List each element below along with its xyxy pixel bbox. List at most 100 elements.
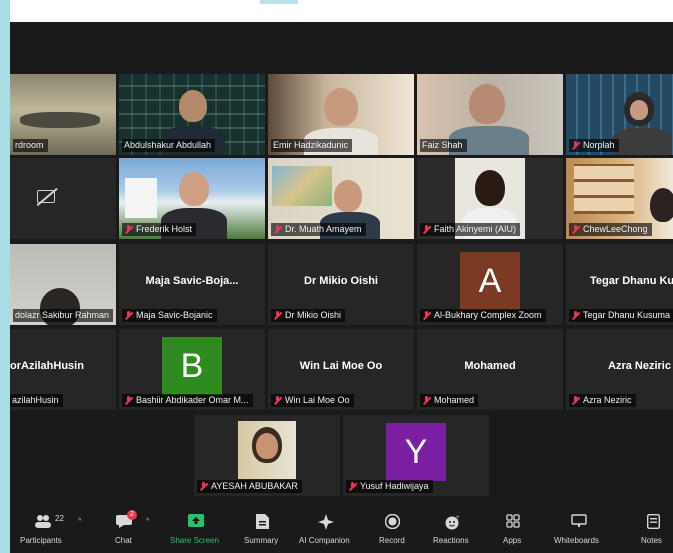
muted-mic-icon — [273, 224, 282, 235]
video-tile-camera-off[interactable]: Y Yusuf Hadiwijaya — [343, 415, 489, 496]
ai-companion-label: AI Companion — [299, 536, 350, 545]
muted-mic-icon — [422, 224, 431, 235]
video-tile-camera-off[interactable]: A Al-Bukhary Complex Zoom — [417, 244, 563, 325]
participant-face — [469, 84, 505, 124]
chevron-up-icon[interactable]: ^ — [146, 518, 149, 525]
participant-face — [179, 172, 209, 206]
zoom-gallery-window: rdroom Abdulshakur Abdullah Emir Hadzika… — [10, 22, 673, 553]
record-icon — [385, 514, 400, 529]
participant-display-name: orAzilahHusin — [10, 360, 84, 372]
participant-face — [334, 180, 362, 212]
muted-mic-icon — [124, 310, 133, 321]
notes-icon — [647, 514, 660, 529]
video-tile[interactable]: ChewLeeChong — [566, 158, 673, 239]
video-tile[interactable]: Frederik Holst — [119, 158, 265, 239]
participant-display-name: Maja Savic-Boja... — [145, 275, 239, 287]
video-tile-camera-off[interactable]: Maja Savic-Boja... Maja Savic-Bojanic — [119, 244, 265, 325]
participant-name: Tegar Dhanu Kusuma — [569, 309, 673, 322]
video-tile[interactable]: Faith Akinyemi (AIU) — [417, 158, 563, 239]
participant-face — [630, 100, 648, 120]
bookshelf — [574, 164, 634, 214]
whiteboards-label: Whiteboards — [554, 536, 599, 545]
participant-face — [650, 188, 673, 222]
video-tile-camera-off[interactable]: orAzilahHusin azilahHusin — [10, 329, 116, 410]
muted-mic-icon — [124, 395, 133, 406]
muted-mic-icon — [124, 224, 133, 235]
muted-mic-icon — [571, 310, 580, 321]
participant-name: Maja Savic-Bojanic — [122, 309, 217, 322]
meeting-toolbar: 22 ^ Participants 2 ^ Chat Share Screen … — [10, 506, 673, 553]
summary-icon — [256, 514, 269, 529]
muted-mic-icon — [571, 140, 580, 151]
video-tile-camera-off[interactable]: Tegar Dhanu Ku Tegar Dhanu Kusuma — [566, 244, 673, 325]
whiteboards-icon — [571, 514, 587, 527]
video-tile[interactable]: Faiz Shah — [417, 74, 563, 155]
muted-mic-icon — [422, 310, 431, 321]
video-tile[interactable]: dolazr Sakibur Rahman — [10, 244, 116, 325]
video-tile-camera-off[interactable]: B Bashiir Abdikader Omar M... — [119, 329, 265, 410]
participant-face — [324, 88, 358, 126]
world-map — [272, 166, 332, 206]
video-tile[interactable]: Norplah — [566, 74, 673, 155]
share-screen-label: Share Screen — [170, 536, 219, 545]
video-tile[interactable]: AYESAH ABUBAKAR — [194, 415, 340, 496]
participant-name: Faiz Shah — [420, 139, 467, 152]
participants-label: Participants — [20, 536, 62, 545]
chat-badge: 2 — [127, 510, 137, 520]
participant-name: AYESAH ABUBAKAR — [197, 480, 302, 493]
notes-label: Notes — [641, 536, 662, 545]
participant-name: Faith Akinyemi (AIU) — [420, 223, 521, 236]
video-tile-camera-off[interactable] — [10, 158, 116, 239]
participant-name: Dr Mikio Oishi — [271, 309, 346, 322]
muted-mic-icon — [273, 310, 282, 321]
tab-indicator — [260, 0, 298, 4]
participants-count: 22 — [55, 514, 64, 523]
svg-text:+: + — [456, 515, 460, 521]
muted-mic-icon — [273, 395, 282, 406]
record-label: Record — [379, 536, 405, 545]
summary-label: Summary — [244, 536, 279, 545]
share-screen-icon — [188, 514, 204, 527]
video-tile-active-speaker[interactable]: Abdulshakur Abdullah — [119, 74, 265, 155]
participant-body — [612, 128, 672, 155]
video-tile[interactable]: Emir Hadzikadunic — [268, 74, 414, 155]
chat-label: Chat — [115, 536, 132, 545]
participant-name: dolazr Sakibur Rahman — [13, 309, 114, 322]
video-tile-camera-off[interactable]: Dr Mikio Oishi Dr Mikio Oishi — [268, 244, 414, 325]
building — [125, 178, 157, 218]
participant-display-name: Tegar Dhanu Ku — [590, 275, 673, 287]
video-tile-camera-off[interactable]: Mohamed Mohamed — [417, 329, 563, 410]
participant-display-name: Azra Neziric — [608, 360, 671, 372]
muted-mic-icon — [571, 395, 580, 406]
participant-display-name: Win Lai Moe Oo — [299, 360, 383, 372]
video-tile-camera-off[interactable]: Win Lai Moe Oo Win Lai Moe Oo — [268, 329, 414, 410]
participant-face — [179, 90, 207, 122]
participant-name: Frederik Holst — [122, 223, 197, 236]
muted-mic-icon — [348, 481, 357, 492]
apps-icon — [506, 514, 520, 528]
participant-display-name: Mohamed — [464, 360, 516, 372]
camera-off-icon — [37, 190, 55, 203]
video-tile[interactable]: rdroom — [10, 74, 116, 155]
apps-label: Apps — [503, 536, 522, 545]
chevron-up-icon[interactable]: ^ — [78, 518, 81, 525]
reactions-icon: + — [445, 515, 460, 530]
video-tile-camera-off[interactable]: Azra Neziric Azra Neziric — [566, 329, 673, 410]
reactions-label: Reactions — [433, 536, 469, 545]
participant-name: Norplah — [569, 139, 619, 152]
avatar: Y — [386, 423, 446, 481]
video-tile[interactable]: Dr. Muath Amayem — [268, 158, 414, 239]
participants-icon — [35, 515, 51, 528]
participant-name: azilahHusin — [10, 394, 63, 407]
muted-mic-icon — [422, 395, 431, 406]
participant-name: Al-Bukhary Complex Zoom — [420, 309, 546, 322]
participant-name: rdroom — [13, 139, 48, 152]
avatar: A — [460, 252, 520, 310]
ai-companion-icon — [318, 514, 334, 530]
muted-mic-icon — [199, 481, 208, 492]
participant-name: Yusuf Hadiwijaya — [346, 480, 433, 493]
participant-name: Bashiir Abdikader Omar M... — [122, 394, 253, 407]
conference-table — [20, 112, 100, 128]
avatar: B — [162, 337, 222, 395]
participant-name: Azra Neziric — [569, 394, 636, 407]
